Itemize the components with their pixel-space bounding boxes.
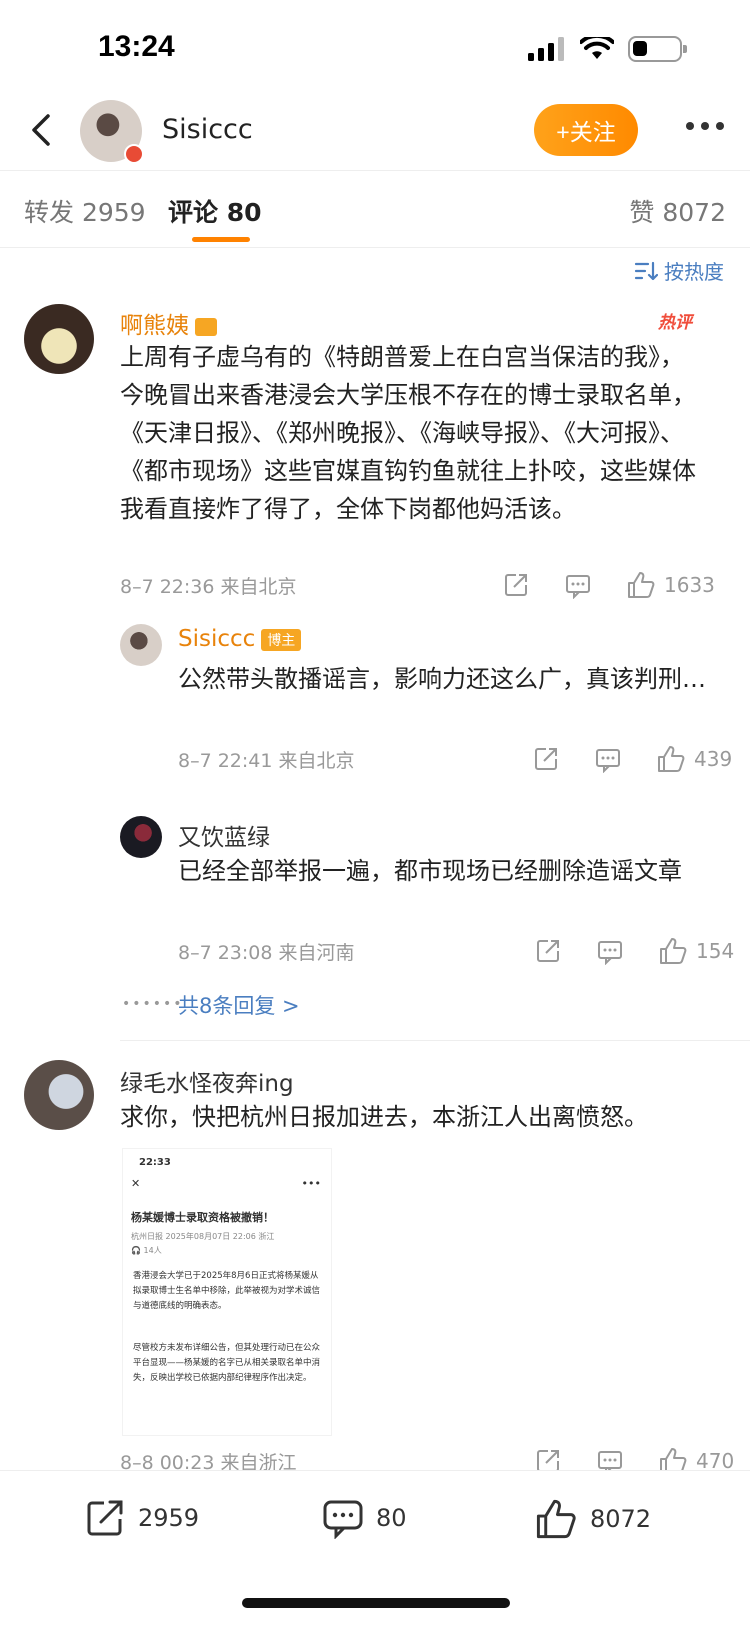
home-indicator[interactable] (242, 1598, 510, 1608)
image-article-paragraph: 尽管校方未发布详细公告，但其处理行动已在公众平台显现——杨某媛的名字已从相关录取… (133, 1343, 321, 1383)
comment-text: 求你，快把杭州日报加进去，本浙江人出离愤怒。 (120, 1103, 648, 1131)
sort-icon (634, 261, 658, 280)
reply-icon[interactable] (564, 571, 592, 599)
tab-reposts[interactable]: 转发 2959 (24, 193, 146, 229)
share-icon[interactable] (534, 937, 562, 965)
thumbs-up-icon (628, 572, 655, 598)
share-icon[interactable] (502, 571, 530, 599)
image-status-time: 22:33 (139, 1157, 171, 1168)
comment-count: 80 (376, 1504, 407, 1532)
like-count: 439 (694, 747, 733, 771)
repost-count: 2959 (138, 1504, 200, 1532)
thumbs-up-icon (536, 1499, 576, 1539)
like-button[interactable]: 1633 (626, 570, 715, 600)
like-button[interactable]: 439 (656, 744, 732, 774)
tab-bar: 转发 2959 评论 80 赞 8072 (0, 170, 750, 248)
image-article-title: 杨某媛博士录取资格被撤销！ (131, 1211, 274, 1224)
tab-comments[interactable]: 评论 80 (168, 193, 262, 229)
like-count: 1633 (664, 573, 715, 597)
commenter-avatar[interactable] (24, 1060, 94, 1130)
tab-likes[interactable]: 赞 8072 (629, 193, 726, 229)
image-article-paragraph: 香港浸会大学已于2025年8月6日正式将杨某媛从拟录取博士生名单中移除，此举被视… (133, 1271, 321, 1311)
repost-icon (87, 1500, 123, 1536)
author-avatar[interactable] (80, 100, 144, 164)
follow-button[interactable]: +关注 (534, 104, 638, 156)
reply-divider-dots: •••••• (122, 996, 184, 1012)
status-bar: 13:24 (0, 0, 750, 96)
thumbs-up-icon (658, 746, 685, 772)
replier-name[interactable]: Sisiccc 博主 (178, 626, 302, 652)
image-article-readers: 🎧 14人 (131, 1246, 162, 1255)
repost-button[interactable]: 2959 (84, 1497, 199, 1539)
post-header: Sisiccc +关注 (0, 96, 750, 168)
comment-divider (120, 1040, 750, 1041)
image-more-icon: ••• (301, 1177, 321, 1190)
active-tab-indicator (192, 237, 250, 242)
share-icon[interactable] (532, 745, 560, 773)
like-count: 8072 (590, 1505, 652, 1533)
replier-name[interactable]: 又饮蓝绿 (178, 818, 270, 852)
like-count: 154 (696, 939, 735, 963)
thumbs-up-icon (660, 938, 687, 964)
commenter-name[interactable]: 啊熊姨 (120, 306, 217, 340)
reply-meta: 8–7 23:08 来自河南 (178, 942, 355, 964)
comment-button[interactable]: 80 (322, 1497, 407, 1539)
image-article-source: 杭州日报 2025年08月07日 22:06 浙江 (131, 1232, 275, 1241)
sort-by-hot-button[interactable]: 按热度 (634, 256, 724, 285)
blogger-badge: 博主 (261, 628, 302, 651)
comment-icon (323, 1500, 363, 1539)
battery-icon (628, 36, 687, 62)
bottom-action-bar: 2959 80 8072 (0, 1470, 750, 1570)
status-time: 13:24 (98, 30, 175, 63)
comment-text: 上周有子虚乌有的《特朗普爱上在白宫当保洁的我》，今晚冒出来香港浸会大学压根不存在… (120, 343, 696, 523)
author-name[interactable]: Sisiccc (162, 114, 253, 145)
commenter-avatar[interactable] (24, 304, 94, 374)
reply-icon[interactable] (594, 745, 622, 773)
replier-avatar[interactable] (120, 624, 162, 666)
like-post-button[interactable]: 8072 (534, 1497, 651, 1541)
replier-avatar[interactable] (120, 816, 162, 858)
reply-meta: 8–7 22:41 来自北京 (178, 750, 355, 772)
hot-comment-tag: 热评 (658, 313, 692, 333)
reply-icon[interactable] (596, 937, 624, 965)
member-crown-icon (195, 317, 217, 336)
view-all-replies-link[interactable]: 共8条回复 > (178, 990, 300, 1020)
commenter-name[interactable]: 绿毛水怪夜奔ing (120, 1064, 294, 1098)
reply-actions: 439 (532, 744, 732, 774)
cellular-signal-icon (528, 37, 564, 61)
back-arrow-icon[interactable] (22, 110, 62, 150)
comment-actions: 1633 (502, 570, 715, 600)
status-icons (528, 36, 687, 62)
sort-label: 按热度 (664, 260, 724, 284)
comment-image[interactable]: 22:33 ✕ ••• 杨某媛博士录取资格被撤销！ 杭州日报 2025年08月0… (122, 1148, 332, 1436)
image-close-icon: ✕ (131, 1177, 141, 1190)
more-options-icon[interactable] (686, 122, 724, 130)
like-button[interactable]: 154 (658, 936, 734, 966)
reply-text: 已经全部举报一遍，都市现场已经删除造谣文章 (178, 857, 682, 885)
wifi-icon (580, 37, 614, 59)
comment-meta: 8–7 22:36 来自北京 (120, 576, 297, 598)
verified-badge-icon (124, 144, 144, 164)
reply-actions: 154 (534, 936, 734, 966)
reply-text: 公然带头散播谣言，影响力还这么广，真该判刑… (178, 665, 706, 693)
